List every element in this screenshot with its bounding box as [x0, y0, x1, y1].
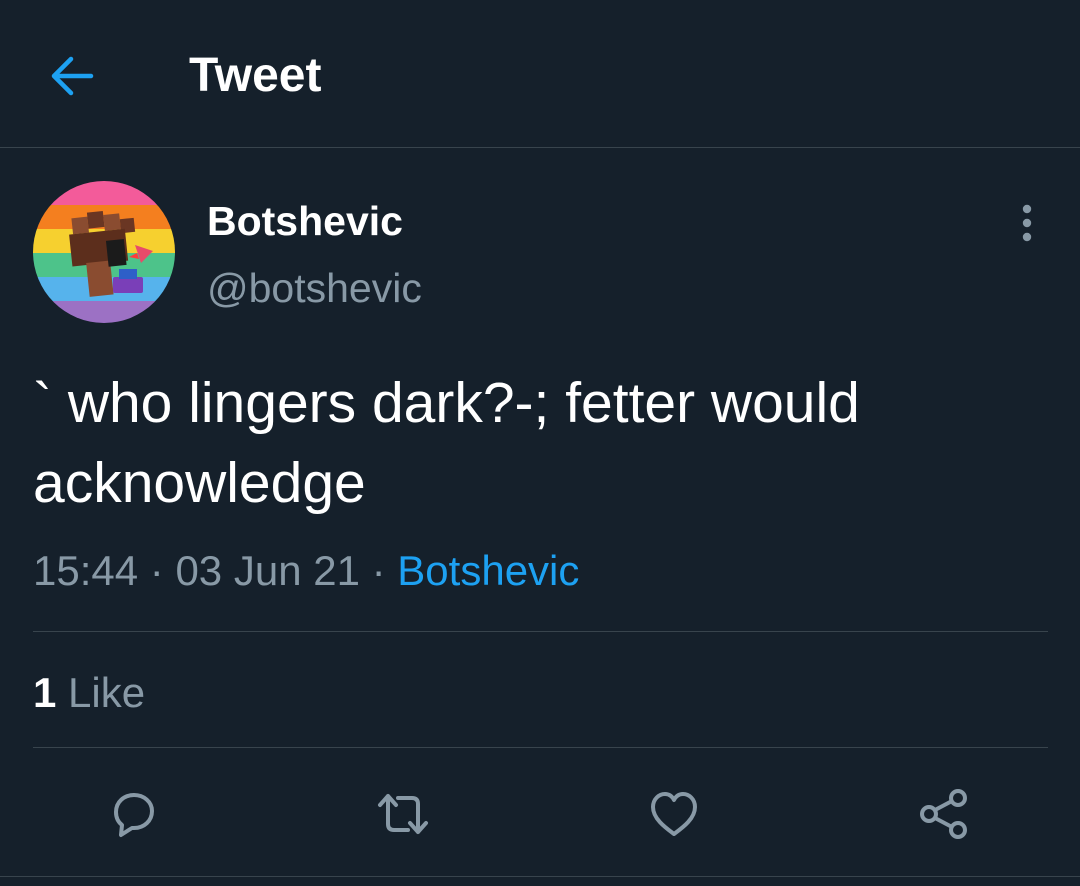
divider — [33, 631, 1048, 632]
tweet-date: 03 Jun 21 — [175, 547, 360, 594]
pride-fist-avatar — [33, 181, 175, 323]
meta-separator: · — [371, 547, 386, 594]
share-button[interactable] — [916, 786, 972, 842]
likes-count: 1 — [33, 669, 57, 716]
tweet-meta: 15:44 · 03 Jun 21 · Botshevic — [33, 544, 579, 598]
divider — [0, 876, 1080, 877]
avatar[interactable] — [33, 181, 175, 323]
author-name[interactable]: Botshevic — [207, 196, 403, 246]
share-icon — [920, 789, 967, 839]
retweet-button[interactable] — [375, 786, 431, 842]
likes-label: Like — [68, 669, 146, 716]
more-vertical-icon — [1022, 204, 1032, 242]
reply-button[interactable] — [106, 786, 162, 842]
likes-stat[interactable]: 1 Like — [33, 668, 145, 718]
meta-separator: · — [149, 547, 164, 594]
app-header: Tweet — [0, 0, 1080, 148]
heart-icon — [651, 792, 697, 836]
tweet-time: 15:44 — [33, 547, 139, 594]
page-title: Tweet — [189, 49, 322, 102]
reply-icon — [114, 793, 154, 837]
tweet-text: ` who lingers dark?-; fetter would ackno… — [33, 371, 860, 515]
back-button[interactable] — [48, 52, 96, 100]
divider — [33, 747, 1048, 748]
tweet-source-link[interactable]: Botshevic — [397, 547, 579, 594]
arrow-left-icon — [51, 56, 94, 96]
author-handle[interactable]: @botshevic — [207, 263, 422, 313]
more-options-button[interactable] — [1004, 198, 1050, 248]
like-button[interactable] — [646, 786, 702, 842]
retweet-icon — [378, 794, 428, 834]
